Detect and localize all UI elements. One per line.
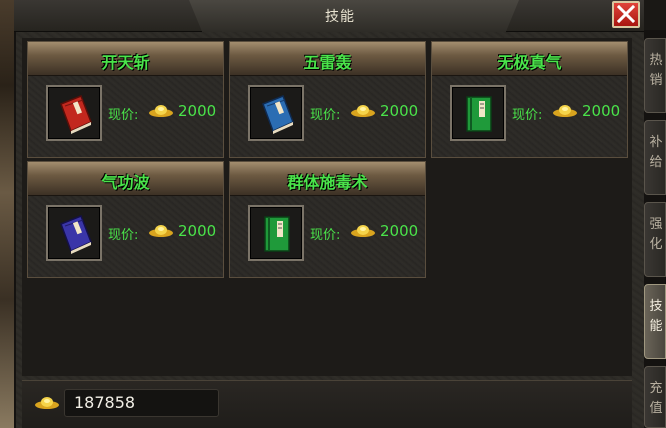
item-slot[interactable] (46, 85, 102, 141)
background-text-fragment (0, 60, 14, 70)
item-price: 2000 (178, 102, 217, 120)
item-price: 2000 (380, 222, 419, 240)
green-book-icon (466, 96, 492, 132)
item-header: 五雷轰 (230, 42, 425, 76)
gold-ingot-icon (35, 397, 59, 409)
item-name: 群体施毒术 (287, 173, 368, 192)
tab-hot-sale[interactable]: 热销 (644, 38, 666, 113)
red-book-icon (60, 95, 92, 134)
background-text-fragment (0, 20, 14, 30)
shop-item[interactable]: 气功波 现价: 2000 (27, 161, 224, 278)
tab-label: 强化 (649, 217, 663, 252)
price-label: 现价: (512, 108, 543, 123)
gold-ingot-icon (351, 225, 375, 237)
window-title: 技能 (325, 9, 355, 25)
item-slot[interactable] (450, 85, 506, 141)
item-name: 无极真气 (497, 53, 562, 72)
blue-book-icon (262, 95, 294, 134)
price-label: 现价: (310, 228, 341, 243)
shop-item[interactable]: 无极真气 现价: 2000 (431, 41, 628, 158)
item-price: 2000 (582, 102, 621, 120)
shop-item[interactable]: 五雷轰 现价: 2000 (229, 41, 426, 158)
tab-label: 热销 (649, 53, 663, 88)
item-slot[interactable] (46, 205, 102, 261)
item-name: 开天斩 (101, 53, 150, 72)
shop-item[interactable]: 群体施毒术 现价: 2000 (229, 161, 426, 278)
item-header: 无极真气 (432, 42, 627, 76)
background-edge (0, 0, 14, 428)
item-name: 气功波 (101, 173, 150, 192)
shop-item[interactable]: 开天斩 现价: 2000 (27, 41, 224, 158)
tab-label: 技能 (649, 299, 663, 334)
gold-ingot-icon (351, 105, 375, 117)
price-label: 现价: (310, 108, 341, 123)
tab-label: 补给 (649, 135, 663, 170)
item-header: 群体施毒术 (230, 162, 425, 196)
tab-recharge[interactable]: 充值 (644, 366, 666, 428)
item-slot[interactable] (248, 85, 304, 141)
tab-enhance[interactable]: 强化 (644, 202, 666, 277)
purple-book-icon (60, 215, 92, 254)
item-header: 开天斩 (28, 42, 223, 76)
item-header: 气功波 (28, 162, 223, 196)
close-icon (617, 5, 635, 23)
price-label: 现价: (108, 108, 139, 123)
item-slot[interactable] (248, 205, 304, 261)
gold-ingot-icon (149, 105, 173, 117)
gold-ingot-icon (149, 225, 173, 237)
tab-label: 充值 (649, 381, 663, 416)
tab-skills[interactable]: 技能 (644, 284, 666, 359)
close-button[interactable] (612, 1, 640, 28)
tab-supply[interactable]: 补给 (644, 120, 666, 195)
item-price: 2000 (178, 222, 217, 240)
item-name: 五雷轰 (303, 53, 352, 72)
gold-ingot-icon (553, 105, 577, 117)
item-price: 2000 (380, 102, 419, 120)
gold-balance: 187858 (74, 393, 136, 412)
green-book-icon (264, 216, 290, 252)
price-label: 现价: (108, 228, 139, 243)
